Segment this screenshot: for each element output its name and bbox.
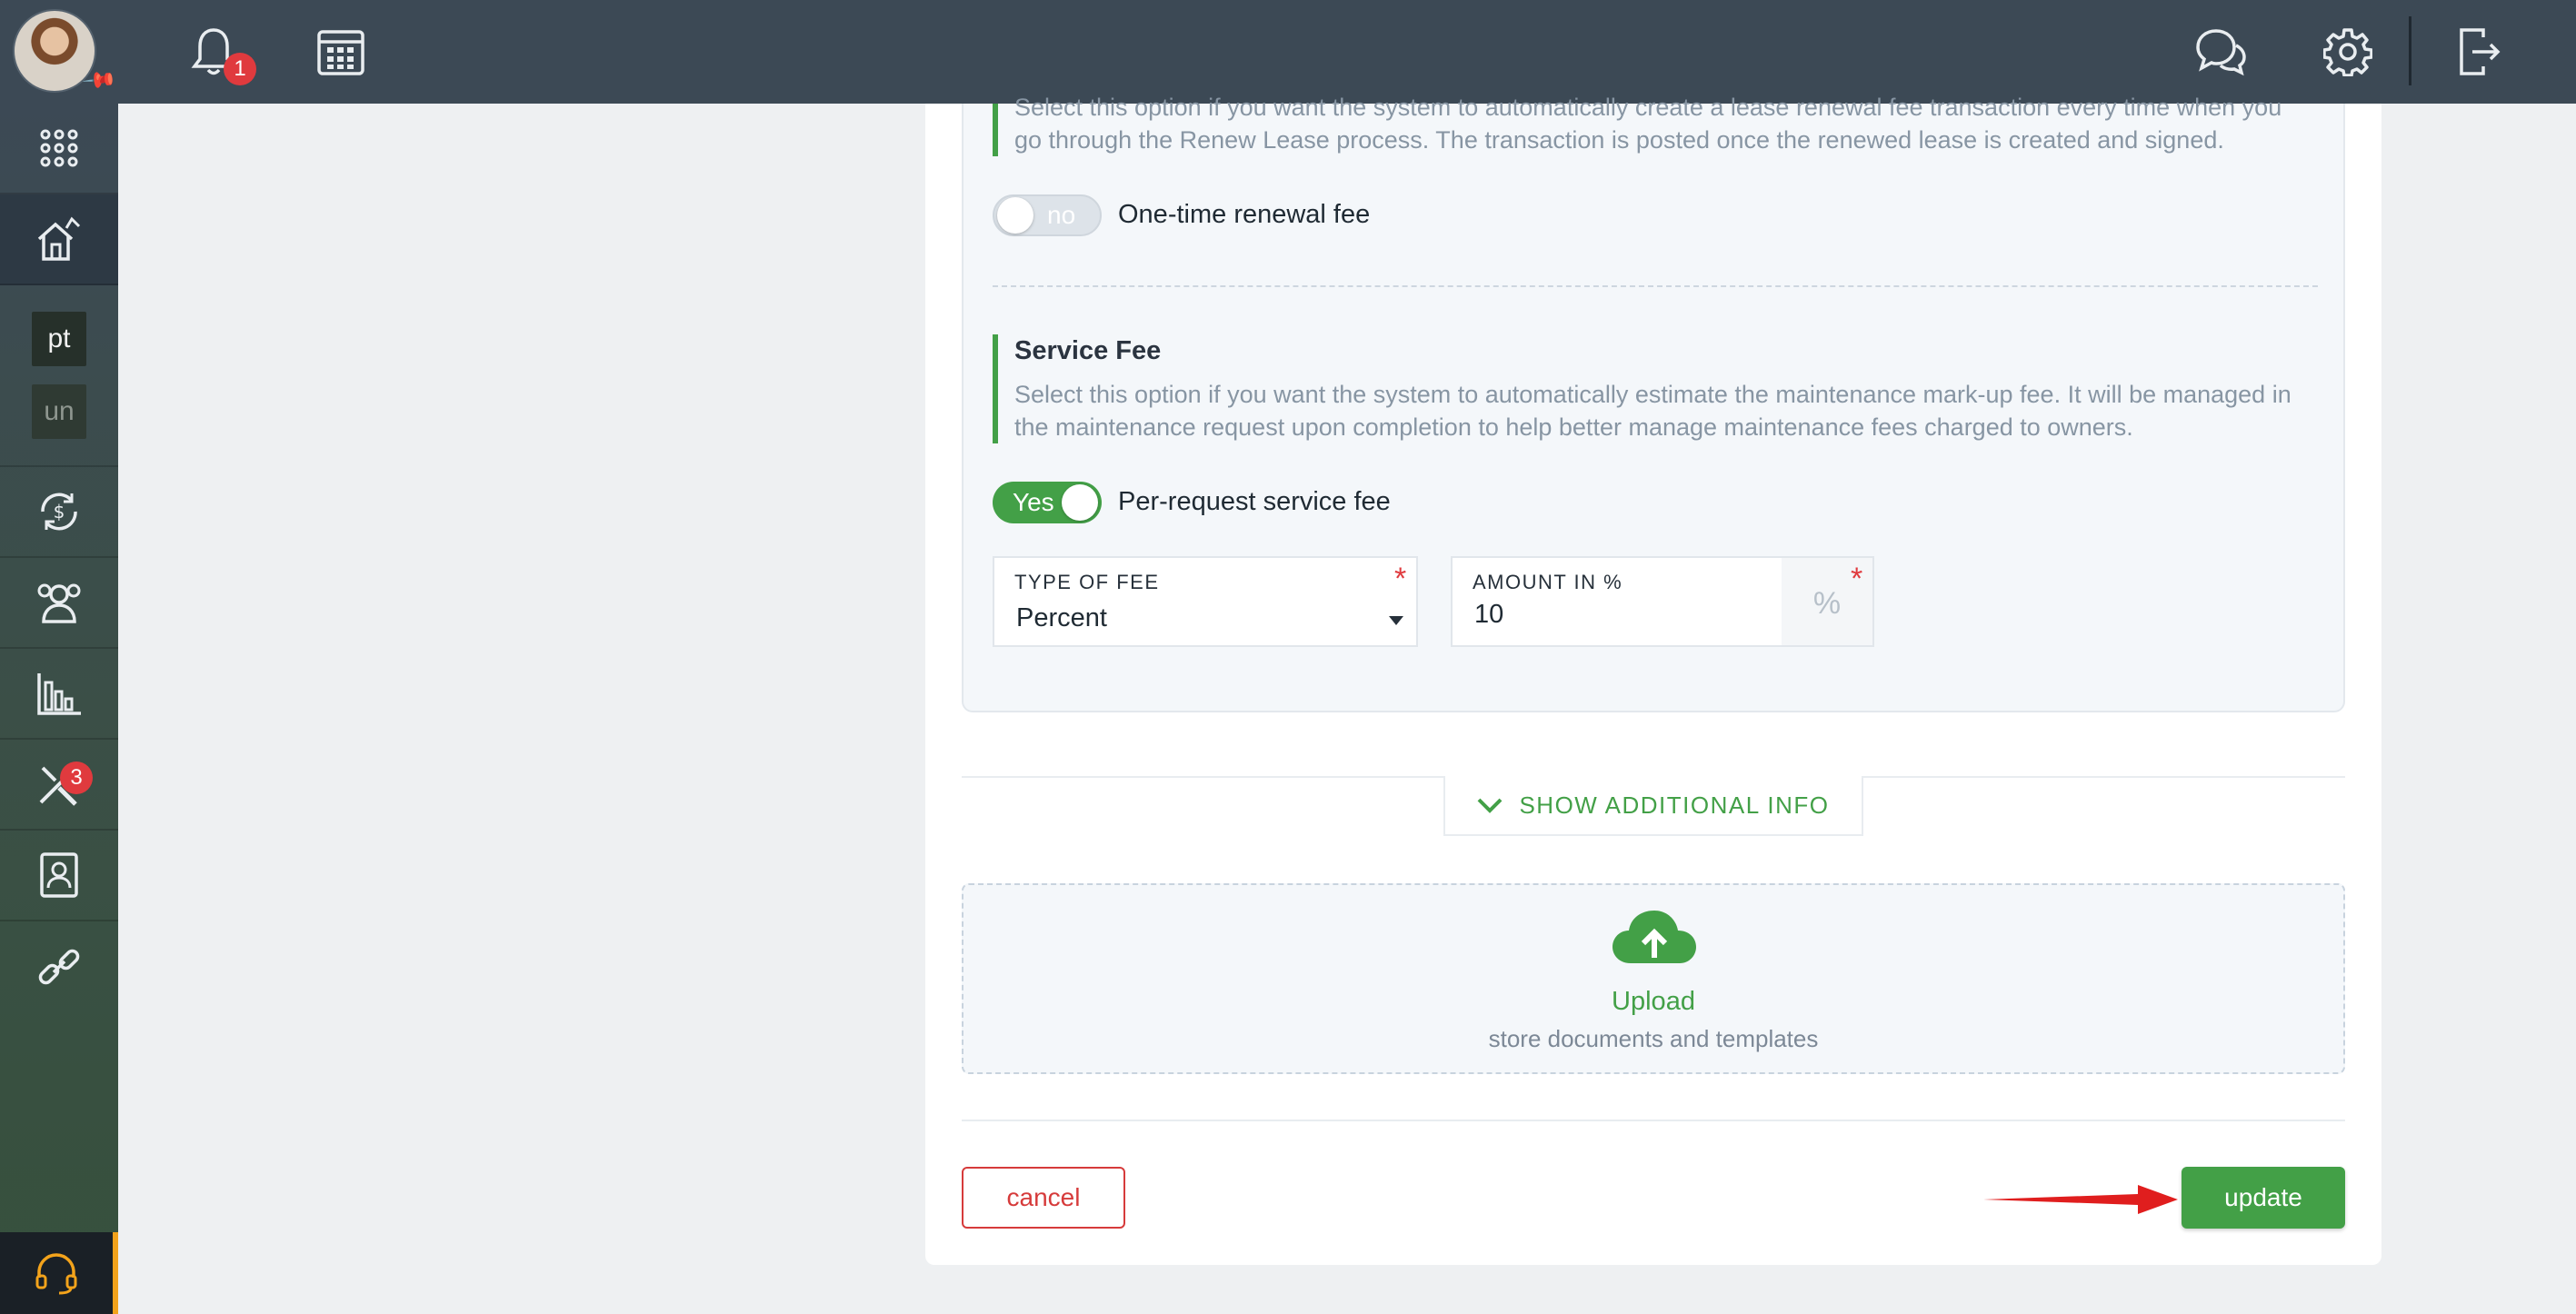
header-divider <box>2409 16 2411 85</box>
support-button[interactable] <box>0 1232 118 1314</box>
renewal-accent-bar <box>993 104 998 156</box>
type-of-fee-select[interactable]: TYPE OF FEE * Percent <box>993 556 1418 647</box>
settings-button[interactable] <box>2316 20 2380 84</box>
sidebar-item-properties[interactable] <box>0 194 118 285</box>
divider <box>962 1120 2345 1121</box>
section-divider <box>993 285 2318 287</box>
chat-icon <box>2196 29 2246 76</box>
toggle-knob <box>1062 484 1098 521</box>
notifications-button[interactable]: 1 <box>182 20 256 85</box>
renewal-fee-label: One-time renewal fee <box>1118 200 1371 229</box>
upload-subtitle: store documents and templates <box>1488 1025 1819 1052</box>
top-bar: 📌 1 <box>0 0 2576 104</box>
required-asterisk: * <box>1851 562 1863 596</box>
fees-panel: Select this option if you want the syste… <box>962 94 2345 712</box>
service-fee-toggle[interactable]: Yes <box>993 482 1102 523</box>
type-of-fee-value: Percent <box>1016 603 1107 632</box>
upload-dropzone[interactable]: Upload store documents and templates <box>962 883 2345 1074</box>
sidebar-item-pt[interactable]: pt <box>32 312 86 366</box>
amount-label: AMOUNT IN % <box>1473 571 1623 593</box>
reports-icon <box>37 673 81 715</box>
apps-grid-icon <box>40 129 78 167</box>
service-fee-label: Per-request service fee <box>1118 487 1391 516</box>
sidebar-shortcuts: pt un <box>0 285 118 467</box>
update-button[interactable]: update <box>2182 1167 2345 1229</box>
amount-value: 10 <box>1474 600 1504 629</box>
show-additional-info-button[interactable]: SHOW ADDITIONAL INFO <box>1443 776 1863 836</box>
properties-icon <box>37 216 81 261</box>
settings-card: Select this option if you want the syste… <box>925 94 2381 1265</box>
toggle-state-text: no <box>1047 201 1076 229</box>
service-fee-description: Select this option if you want the syste… <box>1014 381 2291 441</box>
upload-title: Upload <box>1612 987 1695 1016</box>
service-fee-accent-bar <box>993 334 998 443</box>
sidebar-item-apps[interactable] <box>0 104 118 194</box>
notifications-badge: 1 <box>224 53 256 85</box>
required-asterisk: * <box>1394 562 1407 596</box>
sidebar-item-documents[interactable] <box>0 831 118 921</box>
amount-input[interactable]: AMOUNT IN % 10 <box>1451 556 1783 647</box>
sidebar-item-reports[interactable] <box>0 649 118 740</box>
calendar-button[interactable] <box>309 20 373 84</box>
sidebar-item-accounting[interactable]: $ <box>0 467 118 558</box>
sidebar-item-integrations[interactable] <box>0 921 118 1012</box>
calendar-icon <box>317 30 364 75</box>
unit-symbol: % <box>1812 586 1842 621</box>
logout-button[interactable] <box>2447 20 2511 84</box>
toggle-knob <box>997 197 1033 234</box>
svg-text:$: $ <box>54 501 65 523</box>
chevron-down-icon <box>1478 798 1503 813</box>
headset-icon <box>35 1253 77 1295</box>
cancel-button[interactable]: cancel <box>962 1167 1125 1229</box>
type-of-fee-label: TYPE OF FEE <box>1014 571 1160 593</box>
gear-icon <box>2323 28 2372 76</box>
percent-unit: % * <box>1782 556 1874 647</box>
sidebar-item-un[interactable]: un <box>32 384 86 439</box>
documents-icon <box>40 852 78 898</box>
messages-button[interactable] <box>2189 20 2252 84</box>
sidebar-item-people[interactable] <box>0 558 118 649</box>
service-fee-title: Service Fee <box>1014 336 1162 365</box>
chevron-down-icon <box>1389 616 1403 625</box>
accounting-icon: $ <box>41 493 77 531</box>
integrations-icon <box>38 949 80 985</box>
sidebar-item-maintenance[interactable]: 3 <box>0 740 118 831</box>
renewal-description: Select this option if you want the syste… <box>1014 94 2282 154</box>
maintenance-badge: 3 <box>60 762 93 794</box>
toggle-state-text: Yes <box>1013 488 1054 516</box>
cloud-upload-icon <box>1612 911 1696 963</box>
red-arrow-annotation <box>1983 1185 2178 1214</box>
show-additional-info-label: SHOW ADDITIONAL INFO <box>1519 791 1830 819</box>
people-icon <box>37 583 81 623</box>
logout-icon <box>2460 28 2501 75</box>
sidebar: pt un $ 3 <box>0 104 118 1314</box>
renewal-fee-toggle[interactable]: no <box>993 194 1102 236</box>
